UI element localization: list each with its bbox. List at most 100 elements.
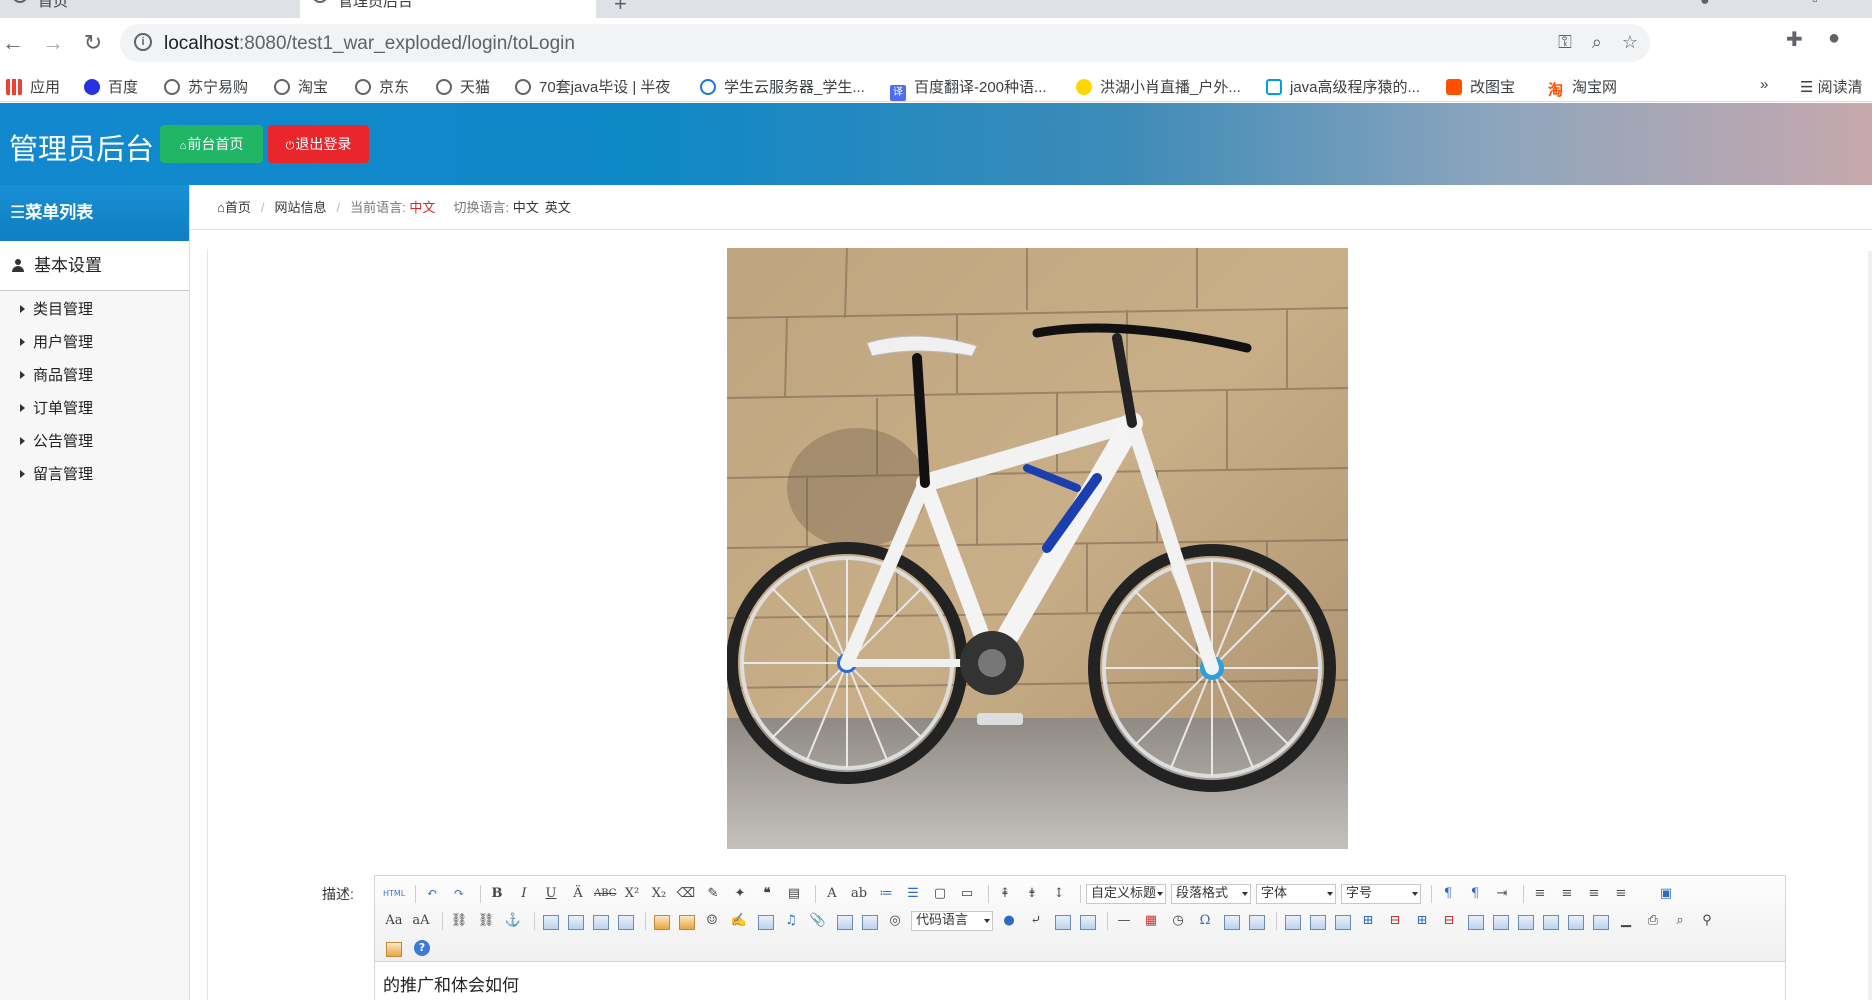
image-none-icon[interactable] [543, 914, 559, 930]
template-icon[interactable] [1055, 914, 1071, 930]
simple-upload-icon[interactable] [654, 914, 670, 930]
snap-screen-icon[interactable] [1249, 914, 1265, 930]
align-center-icon[interactable]: ≡ [1556, 884, 1578, 904]
italic-icon[interactable]: I [513, 884, 535, 904]
format-painter-icon[interactable]: ✎ [702, 884, 724, 904]
music-icon[interactable]: ♫ [780, 911, 802, 931]
sidebar-item-category[interactable]: 类目管理 [0, 293, 189, 326]
underline-icon[interactable]: U [540, 884, 562, 904]
image-center-icon[interactable] [618, 914, 634, 930]
font-color-icon[interactable]: A [821, 884, 843, 904]
link-icon[interactable]: ⛓ [448, 911, 470, 931]
background-icon[interactable] [1080, 914, 1096, 930]
insert-video-icon[interactable] [758, 914, 774, 930]
indent-icon[interactable]: ⇥ [1491, 884, 1513, 904]
split-rows-icon[interactable] [1568, 914, 1584, 930]
html-source-icon[interactable]: HTML [383, 884, 405, 904]
attachment-icon[interactable]: 📎 [807, 911, 829, 931]
align-right-icon[interactable]: ≡ [1583, 884, 1605, 904]
horizontal-rule-icon[interactable]: — [1113, 911, 1135, 931]
bookmark-gaitubao[interactable]: 改图宝 [1446, 76, 1515, 97]
sidebar-item-users[interactable]: 用户管理 [0, 326, 189, 359]
code-language-select[interactable]: 代码语言 [911, 911, 993, 931]
bookmark-java-senior[interactable]: java高级程序猿的... [1266, 76, 1420, 97]
scrawl-icon[interactable]: ✍ [728, 911, 750, 931]
zoom-icon[interactable]: ⌕ [1592, 32, 1602, 52]
superscript-icon[interactable]: X² [621, 884, 643, 904]
bookmark-java-projects[interactable]: 70套java毕设 | 半夜 [515, 76, 670, 97]
bookmark-taobao[interactable]: 淘宝 [274, 76, 328, 97]
select-all-icon[interactable]: ▢ [929, 884, 951, 904]
subscript-icon[interactable]: X₂ [648, 884, 670, 904]
url-field[interactable]: i localhost:8080/test1_war_exploded/logi… [120, 24, 1650, 62]
unordered-list-icon[interactable]: ☰ [902, 884, 924, 904]
sidebar-item-messages[interactable]: 留言管理 [0, 458, 189, 491]
sidebar-item-notices[interactable]: 公告管理 [0, 425, 189, 458]
lower-case-icon[interactable]: aA [410, 911, 432, 931]
highlight-color-icon[interactable]: ab [848, 884, 870, 904]
insert-row-icon[interactable]: ⊞ [1357, 911, 1379, 931]
merge-right-icon[interactable] [1493, 914, 1509, 930]
page-scrollbar[interactable] [1868, 251, 1872, 1000]
insert-frame-icon[interactable]: ◎ [884, 911, 906, 931]
insert-para-before-table-icon[interactable] [1335, 914, 1351, 930]
back-arrow-icon[interactable]: ← [0, 30, 26, 56]
image-left-icon[interactable] [568, 914, 584, 930]
minimize-window-icon[interactable]: ▫ [1812, 0, 1818, 10]
split-cells-icon[interactable] [1543, 914, 1559, 930]
new-tab-icon[interactable]: + [614, 0, 627, 17]
merge-down-icon[interactable] [1518, 914, 1534, 930]
line-height-icon[interactable]: ↕ [1048, 884, 1070, 904]
search-replace-icon[interactable]: ⚲ [1696, 911, 1718, 931]
rtl-icon[interactable]: ¶ [1464, 884, 1486, 904]
date-icon[interactable]: ▦ [1140, 911, 1162, 931]
logout-button[interactable]: ⏻退出登录 [268, 125, 369, 163]
insert-col-icon[interactable]: ⊞ [1411, 911, 1433, 931]
auto-format-icon[interactable]: ✦ [729, 884, 751, 904]
bookmark-student-cloud[interactable]: 学生云服务器_学生... [700, 76, 865, 97]
font-size-select[interactable]: 字号 [1341, 884, 1421, 904]
font-family-select[interactable]: 字体 [1256, 884, 1336, 904]
insert-table-icon[interactable] [1285, 914, 1301, 930]
switch-language-chinese[interactable]: 中文 [513, 200, 539, 215]
bookmark-tmall[interactable]: 天猫 [436, 76, 490, 97]
forward-arrow-icon[interactable]: → [40, 30, 66, 56]
strikethrough-icon[interactable]: ABC [594, 884, 616, 904]
ltr-icon[interactable]: ¶ [1437, 884, 1459, 904]
paragraph-format-select[interactable]: 段落格式 [1171, 884, 1251, 904]
eraser-icon[interactable]: ⌫ [675, 884, 697, 904]
word-image-icon[interactable] [1224, 914, 1240, 930]
home-page-button[interactable]: ⌂前台首页 [160, 125, 263, 163]
sidebar-item-orders[interactable]: 订单管理 [0, 392, 189, 425]
extensions-puzzle-icon[interactable]: ✚ [1786, 27, 1803, 52]
special-chars-icon[interactable]: Ω [1194, 911, 1216, 931]
split-cols-icon[interactable] [1593, 914, 1609, 930]
browser-tab-admin[interactable]: 管理员后台 × [300, 0, 596, 18]
align-left-icon[interactable]: ≡ [1529, 884, 1551, 904]
reading-list[interactable]: ☰ 阅读清 [1800, 76, 1863, 97]
site-info-icon[interactable]: i [134, 33, 152, 51]
preview-icon[interactable]: ⌕ [1669, 911, 1691, 931]
time-icon[interactable]: ◷ [1167, 911, 1189, 931]
redo-icon[interactable]: ↷ [448, 884, 470, 904]
align-justify-icon[interactable]: ≡ [1610, 884, 1632, 904]
bookmark-star-icon[interactable]: ☆ [1622, 32, 1638, 52]
gmap-icon[interactable] [862, 914, 878, 930]
sidebar-item-products[interactable]: 商品管理 [0, 359, 189, 392]
key-icon[interactable]: ⚿ [1558, 32, 1572, 52]
undo-icon[interactable]: ↶ [421, 884, 443, 904]
bookmark-apps[interactable]: 应用 [6, 76, 60, 97]
print-icon[interactable]: ⎙ [1642, 911, 1664, 931]
webapp-icon[interactable]: ● [998, 911, 1020, 931]
custom-title-select[interactable]: 自定义标题 [1086, 884, 1166, 904]
paste-plain-icon[interactable]: ▤ [783, 884, 805, 904]
bold-icon[interactable]: B [486, 884, 508, 904]
upper-case-icon[interactable]: Aa [383, 911, 405, 931]
bookmark-jd[interactable]: 京东 [355, 76, 409, 97]
merge-cells-icon[interactable] [1468, 914, 1484, 930]
help-icon[interactable]: ? [414, 940, 430, 956]
blockquote-icon[interactable]: ❝ [756, 884, 778, 904]
editor-content[interactable]: 的推广和体会如何 [375, 963, 1785, 1000]
unlink-icon[interactable]: ⛓ [475, 911, 497, 931]
profile-avatar-icon[interactable]: ● [1828, 27, 1840, 50]
